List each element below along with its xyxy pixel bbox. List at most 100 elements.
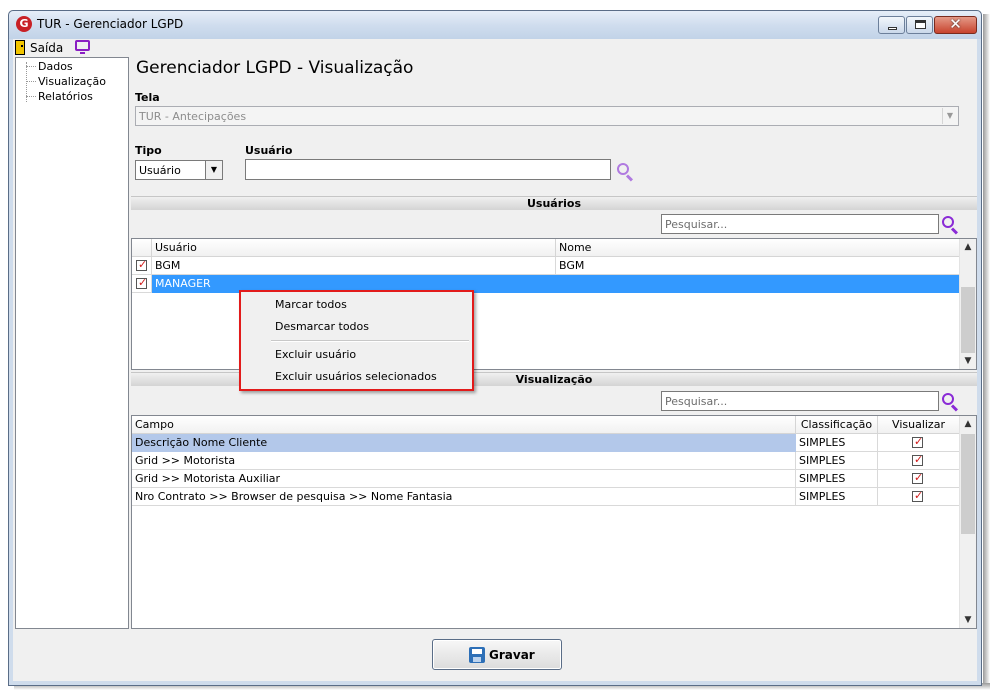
grid-header-row: Campo Classificação Visualizar (132, 416, 960, 434)
checkmark-icon: ✓ (138, 276, 148, 289)
menu-item-desmarcar-todos[interactable]: Desmarcar todos (275, 320, 369, 333)
navigation-tree: Dados Visualização Relatórios (15, 57, 129, 629)
cell-usuario: BGM (152, 257, 556, 275)
cell-nome (556, 275, 960, 293)
client-area: Saída Dados Visualização Relatórios Gere… (13, 39, 977, 681)
exit-button[interactable]: Saída (30, 41, 63, 55)
tipo-select[interactable]: Usuário ▼ (135, 160, 223, 180)
row-checkbox[interactable]: ✓ (136, 258, 148, 271)
table-row[interactable]: Nro Contrato >> Browser de pesquisa >> N… (132, 488, 960, 506)
row-check-cell: ✓ (132, 257, 152, 275)
search-icon-handle (950, 404, 959, 412)
minimize-button[interactable] (878, 16, 905, 34)
cell-classificacao: SIMPLES (796, 452, 878, 470)
column-header-nome[interactable]: Nome (556, 239, 960, 257)
tree-item-label: Visualização (38, 75, 106, 88)
tipo-select-value: Usuário (139, 164, 181, 177)
checkmark-icon: ✓ (138, 258, 148, 271)
cell-classificacao: SIMPLES (796, 434, 878, 452)
visualizacao-scrollbar[interactable]: ▲ ▼ (959, 416, 976, 628)
tree-item-label: Dados (38, 60, 73, 73)
search-icon-ring (942, 393, 954, 405)
search-icon-ring (617, 163, 629, 175)
maximize-button[interactable] (906, 16, 933, 34)
cell-visualizar: ✓ (878, 452, 960, 470)
usuario-input[interactable] (245, 159, 611, 180)
cell-classificacao: SIMPLES (796, 470, 878, 488)
usuarios-search-input[interactable] (661, 214, 939, 234)
floppy-disk-icon (469, 647, 485, 663)
cell-visualizar: ✓ (878, 488, 960, 506)
search-icon[interactable] (942, 216, 960, 235)
window-shadow-right (983, 14, 990, 688)
cell-campo: Nro Contrato >> Browser de pesquisa >> N… (132, 488, 796, 506)
minimize-icon (888, 27, 897, 30)
scroll-up-icon[interactable]: ▲ (960, 416, 976, 432)
menu-item-excluir-usuario[interactable]: Excluir usuário (275, 348, 356, 361)
tela-label: Tela (135, 91, 160, 104)
checkmark-icon: ✓ (914, 471, 924, 484)
visualizar-checkbox[interactable]: ✓ (912, 471, 924, 484)
column-header-visualizar[interactable]: Visualizar (878, 416, 960, 434)
tela-select[interactable]: TUR - Antecipações ▼ (135, 106, 959, 126)
row-check-cell: ✓ (132, 275, 152, 293)
tree-item-visualizacao[interactable]: Visualização (16, 74, 128, 89)
tree-item-relatorios[interactable]: Relatórios (16, 89, 128, 104)
chevron-down-icon[interactable]: ▼ (205, 161, 222, 179)
monitor-icon[interactable] (75, 40, 90, 54)
gravar-button-label: Gravar (489, 648, 535, 662)
row-checkbox[interactable]: ✓ (136, 276, 148, 289)
tree-connector (26, 96, 36, 97)
main-window: G TUR - Gerenciador LGPD ✕ Saída Dados V… (8, 10, 982, 686)
menu-item-excluir-selecionados[interactable]: Excluir usuários selecionados (275, 370, 437, 383)
usuario-label: Usuário (245, 144, 293, 157)
visualizar-checkbox[interactable]: ✓ (912, 453, 923, 466)
grid-header-row: Usuário Nome (132, 239, 960, 257)
visualizar-checkbox[interactable]: ✓ (912, 489, 924, 502)
cell-classificacao: SIMPLES (796, 488, 878, 506)
visualizacao-search-input[interactable] (661, 391, 939, 411)
menu-separator (271, 340, 469, 342)
cell-visualizar: ✓ (878, 434, 960, 452)
search-icon-handle (625, 174, 634, 182)
scroll-thumb[interactable] (961, 434, 975, 534)
column-header-campo[interactable]: Campo (132, 416, 796, 434)
chevron-down-icon[interactable]: ▼ (942, 108, 957, 124)
gravar-button[interactable]: Gravar (432, 639, 562, 670)
title-bar[interactable]: G TUR - Gerenciador LGPD ✕ (9, 11, 981, 39)
visualizacao-search-field[interactable] (662, 392, 938, 410)
scroll-down-icon[interactable]: ▼ (960, 612, 976, 628)
exit-door-icon[interactable] (15, 40, 25, 55)
tree-item-dados[interactable]: Dados (16, 59, 128, 74)
usuarios-scrollbar[interactable]: ▲ ▼ (959, 239, 976, 369)
tipo-label: Tipo (135, 144, 162, 157)
usuarios-search-field[interactable] (662, 215, 938, 233)
visualizar-checkbox[interactable]: ✓ (912, 435, 923, 448)
maximize-icon (915, 20, 926, 29)
tela-select-value: TUR - Antecipações (139, 110, 247, 123)
search-icon[interactable] (617, 163, 635, 182)
scroll-thumb[interactable] (961, 287, 975, 353)
cell-visualizar: ✓ (878, 470, 960, 488)
menu-item-marcar-todos[interactable]: Marcar todos (275, 298, 347, 311)
cell-nome: BGM (556, 257, 960, 275)
table-row[interactable]: Descrição Nome Cliente SIMPLES ✓ (132, 434, 960, 452)
checkmark-icon: ✓ (914, 489, 924, 502)
search-icon[interactable] (942, 393, 960, 412)
page-title: Gerenciador LGPD - Visualização (136, 58, 414, 78)
toolbar: Saída (13, 39, 977, 57)
check-column-header[interactable] (132, 239, 152, 257)
table-row[interactable]: Grid >> Motorista Auxiliar SIMPLES ✓ (132, 470, 960, 488)
close-button[interactable]: ✕ (934, 15, 977, 34)
scroll-up-icon[interactable]: ▲ (960, 239, 976, 255)
column-header-classificacao[interactable]: Classificação (796, 416, 878, 434)
table-row[interactable]: Grid >> Motorista SIMPLES ✓ (132, 452, 960, 470)
usuarios-section-header: Usuários (131, 196, 977, 210)
visualizacao-grid: Campo Classificação Visualizar Descrição… (131, 415, 977, 629)
scroll-down-icon[interactable]: ▼ (960, 353, 976, 369)
tree-item-label: Relatórios (38, 90, 93, 103)
table-row[interactable]: ✓ BGM BGM (132, 257, 960, 275)
cell-campo: Grid >> Motorista (132, 452, 796, 470)
column-header-usuario[interactable]: Usuário (152, 239, 556, 257)
window-title: TUR - Gerenciador LGPD (37, 17, 184, 31)
